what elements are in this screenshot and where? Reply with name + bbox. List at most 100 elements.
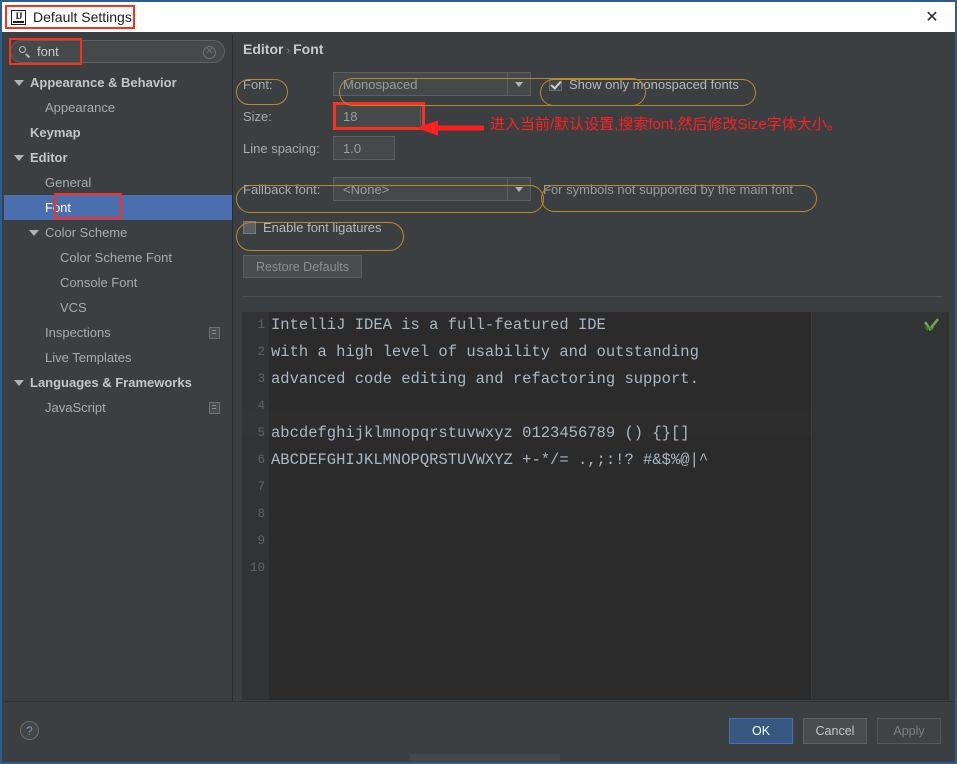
- sidebar-item-languages-frameworks[interactable]: Languages & Frameworks: [4, 370, 232, 395]
- sidebar-item-inspections[interactable]: Inspections: [4, 320, 232, 345]
- copy-page-icon: [209, 327, 220, 339]
- show-monospaced-checkbox[interactable]: Show only monospaced fonts: [549, 77, 739, 92]
- search-value: font: [37, 44, 59, 59]
- size-label: Size:: [243, 108, 272, 124]
- enable-ligatures-checkbox[interactable]: Enable font ligatures: [243, 220, 382, 235]
- sidebar-item-color-scheme-font[interactable]: Color Scheme Font: [4, 245, 232, 270]
- sidebar-item-appearance-behavior[interactable]: Appearance & Behavior: [4, 70, 232, 95]
- breadcrumb-root[interactable]: Editor: [243, 41, 283, 57]
- sidebar-item-label: Color Scheme: [45, 225, 128, 240]
- sidebar-item-label: Languages & Frameworks: [30, 375, 192, 390]
- sidebar-item-label: Inspections: [45, 325, 111, 340]
- chevron-down-icon[interactable]: [507, 73, 530, 95]
- search-icon: [19, 45, 31, 58]
- sidebar-item-label: Console Font: [60, 275, 138, 290]
- ok-button[interactable]: OK: [729, 718, 793, 744]
- settings-tree: Appearance & Behavior Appearance Keymap Edi…: [4, 70, 232, 420]
- sidebar-item-label: General: [45, 175, 92, 190]
- sidebar-item-label: JavaScript: [45, 400, 106, 415]
- line-spacing-label: Line spacing:: [243, 140, 320, 156]
- sidebar-item-label: Color Scheme Font: [60, 250, 172, 265]
- line-number: 7: [257, 480, 265, 494]
- size-value: 18: [343, 108, 358, 124]
- fallback-font-select[interactable]: <None>: [333, 177, 531, 201]
- sidebar-item-javascript[interactable]: JavaScript: [4, 395, 232, 420]
- sidebar-item-keymap[interactable]: Keymap: [4, 120, 232, 145]
- chevron-down-icon[interactable]: [507, 178, 530, 200]
- sidebar-item-label: Live Templates: [45, 350, 132, 365]
- restore-defaults-button[interactable]: Restore Defaults: [243, 255, 362, 278]
- sidebar-item-editor[interactable]: Editor: [4, 145, 232, 170]
- dialog-footer: ? OK Cancel Apply: [4, 701, 955, 761]
- show-monospaced-label: Show only monospaced fonts: [569, 76, 739, 92]
- fallback-font-label: Fallback font:: [243, 181, 321, 197]
- fallback-font-value: <None>: [343, 181, 390, 197]
- sidebar-item-label: VCS: [60, 300, 87, 315]
- sidebar-item-general[interactable]: General: [4, 170, 232, 195]
- apply-button[interactable]: Apply: [877, 718, 941, 744]
- chevron-down-icon[interactable]: [29, 227, 40, 238]
- chevron-down-icon[interactable]: [14, 152, 25, 163]
- ligatures-row: Enable font ligatures: [243, 213, 955, 241]
- fallback-font-row: Fallback font: <None> For symbols not su…: [243, 175, 955, 203]
- settings-dialog: Default Settings ✕ font ✕ Appearance & B…: [0, 0, 957, 764]
- intellij-idea-icon: [11, 9, 26, 25]
- enable-ligatures-label: Enable font ligatures: [263, 219, 382, 235]
- font-row: Font: Monospaced Show only monospaced fo…: [243, 70, 955, 98]
- breadcrumb-separator-icon: ›: [286, 45, 291, 57]
- sidebar-item-font[interactable]: Font: [4, 193, 232, 220]
- line-number: 10: [249, 561, 265, 575]
- font-family-select[interactable]: Monospaced: [333, 72, 531, 96]
- font-family-value: Monospaced: [343, 76, 418, 92]
- editor-right-strip: [812, 312, 949, 700]
- search-input[interactable]: font ✕: [10, 40, 225, 63]
- line-number: 2: [257, 345, 265, 359]
- sidebar-item-color-scheme[interactable]: Color Scheme: [4, 220, 232, 245]
- size-row: Size: 18: [243, 102, 955, 130]
- sidebar-item-label: Appearance: [45, 100, 116, 115]
- line-number: 6: [257, 453, 265, 467]
- window-title: Default Settings: [33, 9, 132, 25]
- footer-buttons: OK Cancel Apply: [729, 718, 941, 744]
- title-bar-left: Default Settings: [2, 9, 132, 25]
- search-area: font ✕: [9, 38, 226, 65]
- line-spacing-value: 1.0: [343, 140, 362, 156]
- sidebar-item-console-font[interactable]: Console Font: [4, 270, 232, 295]
- sidebar-item-label: Font: [45, 200, 72, 215]
- sidebar-item-label: Keymap: [30, 125, 81, 140]
- close-icon[interactable]: ✕: [909, 2, 955, 32]
- breadcrumb: Editor › Font: [243, 41, 323, 57]
- help-icon[interactable]: ?: [20, 721, 39, 740]
- sidebar-item-label: Editor: [30, 150, 68, 165]
- fallback-font-hint: For symbols not supported by the main fo…: [543, 181, 794, 197]
- chevron-down-icon[interactable]: [14, 77, 25, 88]
- sidebar-item-vcs[interactable]: VCS: [4, 295, 232, 320]
- breadcrumb-leaf: Font: [293, 41, 324, 57]
- copy-page-icon: [209, 402, 220, 414]
- cancel-button[interactable]: Cancel: [803, 718, 867, 744]
- sidebar-item-appearance[interactable]: Appearance: [4, 95, 232, 120]
- line-number: 9: [257, 534, 265, 548]
- chevron-down-icon[interactable]: [14, 377, 25, 388]
- checkbox-icon-unchecked: [243, 220, 256, 234]
- line-number: 1: [257, 318, 265, 332]
- size-input[interactable]: 18: [333, 104, 421, 128]
- font-settings-form: Font: Monospaced Show only monospaced fo…: [243, 70, 955, 278]
- clear-circle-icon[interactable]: ✕: [203, 46, 216, 59]
- line-spacing-input[interactable]: 1.0: [333, 136, 395, 160]
- sidebar-item-label: Appearance & Behavior: [30, 75, 177, 90]
- sidebar-item-live-templates[interactable]: Live Templates: [4, 345, 232, 370]
- font-preview-editor[interactable]: 1 2 3 4 5 6 7 8 9 10 IntelliJ IDEA is a full-feat…: [242, 312, 949, 700]
- section-divider: [243, 296, 943, 297]
- green-check-icon: [924, 318, 939, 331]
- line-number: 8: [257, 507, 265, 521]
